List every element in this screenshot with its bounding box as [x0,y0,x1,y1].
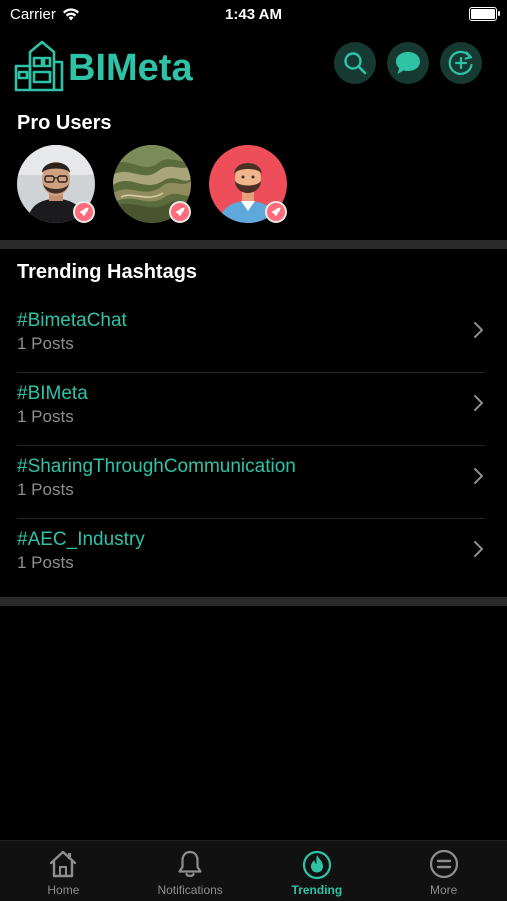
chevron-right-icon [474,322,483,338]
chevron-right-icon [474,468,483,484]
pro-badge [73,201,95,223]
status-bar: Carrier 1:43 AM [0,0,507,28]
refresh-plus-icon [448,50,473,75]
pro-user-3[interactable] [209,145,287,223]
pro-user-2[interactable] [113,145,191,223]
hashtag-post-count: 1 Posts [17,480,74,499]
hashtag-name: #BIMeta [17,383,88,404]
rocket-icon [271,207,281,217]
tab-label: Home [47,883,80,897]
chevron-right-icon [474,395,483,411]
tab-more[interactable]: More [380,841,507,901]
pro-badge [169,201,191,223]
rocket-icon [79,207,89,217]
pro-users-list [17,145,287,225]
search-icon [344,52,367,75]
section-divider [0,240,507,249]
hashtag-post-count: 1 Posts [17,407,74,426]
hashtag-row[interactable]: #SharingThroughCommunication 1 Posts [0,446,507,519]
app-header: BIMeta [0,34,507,94]
tab-label: More [429,883,458,897]
create-post-button[interactable] [440,42,482,84]
tab-label: Trending [291,883,343,897]
hashtag-list: #BimetaChat 1 Posts #BIMeta 1 Posts #Sha… [0,300,507,592]
buildings-logo-icon [14,40,64,92]
menu-circle-icon [429,849,459,879]
search-button[interactable] [334,42,376,84]
chat-bubble-icon [396,52,420,74]
tab-home[interactable]: Home [0,841,127,901]
trending-hashtags-title: Trending Hashtags [17,261,198,283]
hashtag-row[interactable]: #BimetaChat 1 Posts [0,300,507,373]
pro-user-1[interactable] [17,145,95,223]
hashtag-row[interactable]: #BIMeta 1 Posts [0,373,507,446]
pro-users-title: Pro Users [17,112,112,134]
tab-notifications[interactable]: Notifications [127,841,254,901]
tab-bar: Home Notifications Trending More [0,840,507,901]
app-logo[interactable]: BIMeta [14,38,193,92]
battery-fill [471,9,495,19]
hashtag-name: #BimetaChat [17,310,127,331]
pro-badge [265,201,287,223]
home-icon [47,849,79,879]
battery-icon [469,7,500,21]
messages-button[interactable] [387,42,429,84]
hashtag-name: #SharingThroughCommunication [17,456,296,477]
clock: 1:43 AM [225,6,282,23]
hashtag-post-count: 1 Posts [17,334,74,353]
tab-label: Notifications [157,883,223,897]
hashtag-post-count: 1 Posts [17,553,74,572]
flame-icon [302,849,332,880]
tab-trending[interactable]: Trending [254,841,381,901]
section-divider [0,597,507,606]
hashtag-name: #AEC_Industry [17,529,145,550]
chevron-right-icon [474,541,483,557]
rocket-icon [175,207,185,217]
hashtag-row[interactable]: #AEC_Industry 1 Posts [0,519,507,592]
bell-icon [176,849,204,879]
logo-text: BIMeta [68,47,193,89]
